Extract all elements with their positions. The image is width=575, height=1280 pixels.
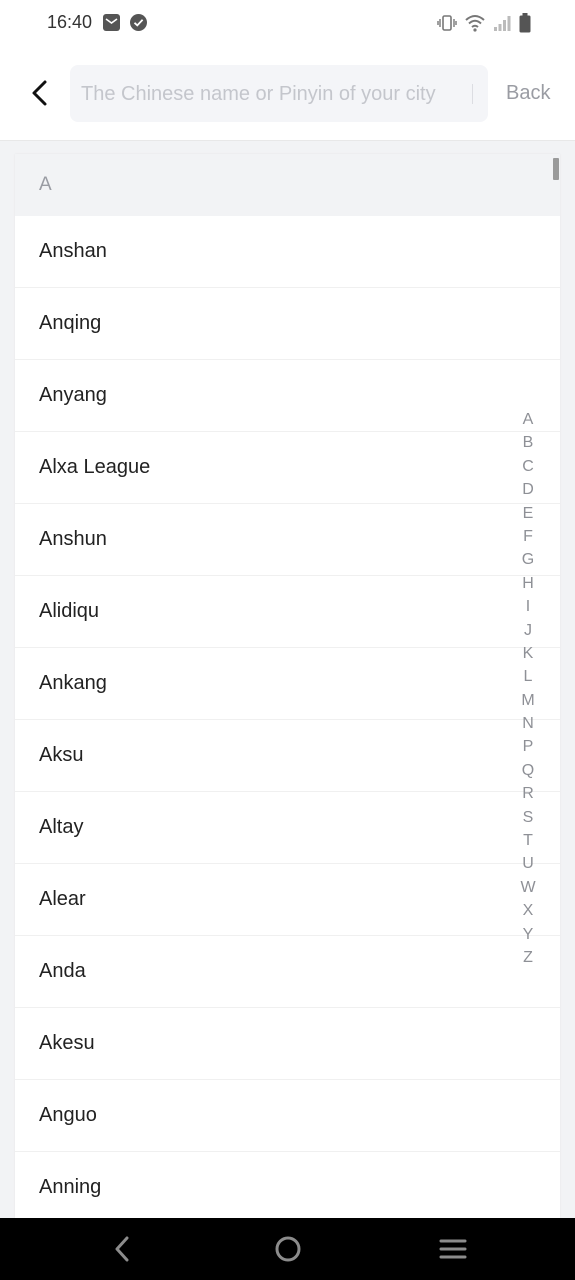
alpha-index-letter[interactable]: T <box>514 829 542 852</box>
city-item[interactable]: Anning <box>15 1152 560 1218</box>
city-item[interactable]: Anda <box>15 936 560 1008</box>
alpha-index-letter[interactable]: L <box>514 665 542 688</box>
city-item[interactable]: Akesu <box>15 1008 560 1080</box>
city-item[interactable]: Anqing <box>15 288 560 360</box>
city-item[interactable]: Anshun <box>15 504 560 576</box>
status-right-icons <box>437 13 531 38</box>
city-item[interactable]: Alxa League <box>15 432 560 504</box>
status-bar: 16:40 <box>0 0 575 48</box>
signal-icon <box>493 14 511 37</box>
city-search-input[interactable] <box>79 65 473 124</box>
back-arrow-button[interactable] <box>24 78 54 108</box>
alpha-index-letter[interactable]: I <box>514 595 542 618</box>
city-item[interactable]: Aksu <box>15 720 560 792</box>
navigation-bar <box>0 1218 575 1280</box>
back-nav-icon[interactable] <box>107 1234 137 1264</box>
chevron-left-icon <box>32 80 47 106</box>
menu-nav-icon[interactable] <box>438 1234 468 1264</box>
back-button[interactable]: Back <box>506 82 550 105</box>
scrollbar-thumb[interactable] <box>553 158 559 180</box>
alpha-index-letter[interactable]: J <box>514 619 542 642</box>
header: Back <box>0 48 575 141</box>
alpha-index-letter[interactable]: C <box>514 455 542 478</box>
alpha-index-letter[interactable]: H <box>514 572 542 595</box>
status-time: 16:40 <box>47 12 93 32</box>
alpha-index-letter[interactable]: P <box>514 735 542 758</box>
city-item[interactable]: Alear <box>15 864 560 936</box>
alpha-index-letter[interactable]: N <box>514 712 542 735</box>
check-circle-icon <box>129 13 148 37</box>
alpha-index-letter[interactable]: E <box>514 502 542 525</box>
alpha-index-letter[interactable]: U <box>514 852 542 875</box>
alpha-index-letter[interactable]: X <box>514 899 542 922</box>
alpha-index-letter[interactable]: F <box>514 525 542 548</box>
city-list[interactable]: A Anshan Anqing Anyang Alxa League Anshu… <box>15 154 560 1218</box>
city-item[interactable]: Anguo <box>15 1080 560 1152</box>
alpha-index-letter[interactable]: Q <box>514 759 542 782</box>
alpha-index-letter[interactable]: W <box>514 876 542 899</box>
mail-icon <box>102 13 121 37</box>
battery-icon <box>519 13 531 38</box>
alpha-index-letter[interactable]: K <box>514 642 542 665</box>
wifi-icon <box>465 14 485 37</box>
city-item[interactable]: Anyang <box>15 360 560 432</box>
city-item[interactable]: Ankang <box>15 648 560 720</box>
search-divider <box>472 84 473 104</box>
alpha-index-letter[interactable]: B <box>514 431 542 454</box>
city-item[interactable]: Altay <box>15 792 560 864</box>
alpha-index-letter[interactable]: D <box>514 478 542 501</box>
vibrate-icon <box>437 14 457 37</box>
alpha-index-letter[interactable]: A <box>514 408 542 431</box>
alpha-index-letter[interactable]: Y <box>514 923 542 946</box>
alphabet-index[interactable]: A B C D E F G H I J K L M N P Q R S T U … <box>514 408 542 969</box>
status-left-icons <box>102 13 148 37</box>
search-box <box>70 65 488 124</box>
alpha-index-letter[interactable]: S <box>514 806 542 829</box>
alpha-index-letter[interactable]: R <box>514 782 542 805</box>
alpha-index-letter[interactable]: M <box>514 689 542 712</box>
section-header: A <box>15 154 560 216</box>
alpha-index-letter[interactable]: G <box>514 548 542 571</box>
city-item[interactable]: Anshan <box>15 216 560 288</box>
city-item[interactable]: Alidiqu <box>15 576 560 648</box>
alpha-index-letter[interactable]: Z <box>514 946 542 969</box>
home-nav-icon[interactable] <box>273 1234 303 1264</box>
